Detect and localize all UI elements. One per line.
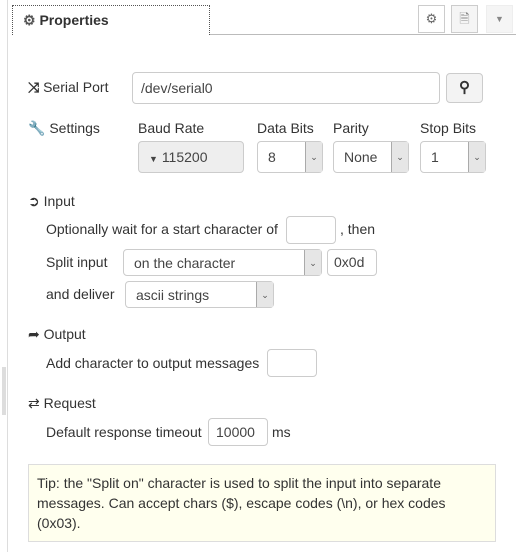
add-character-label: Add character to output messages (46, 355, 260, 371)
timeout-unit: ms (272, 424, 291, 440)
sign-in-icon: ➲ (28, 193, 40, 209)
caret-down-icon: ▼ (149, 154, 158, 164)
deliver-select[interactable]: ascii strings ⌄ (125, 281, 274, 308)
output-character-input[interactable] (267, 349, 317, 377)
menu-button[interactable]: ▼ (486, 5, 513, 33)
split-mode-select[interactable]: on the character ⌄ (123, 249, 322, 276)
stop-bits-select[interactable]: 1 ⌄ (420, 141, 486, 173)
split-character-input[interactable]: 0x0d (327, 249, 377, 276)
data-bits-label: Data Bits (257, 120, 314, 136)
chevron-down-icon: ⌄ (256, 282, 273, 307)
timeout-label: Default response timeout (46, 424, 202, 440)
chevron-down-icon: ⌄ (468, 142, 485, 172)
caret-down-icon: ▼ (495, 14, 504, 24)
settings-label: 🔧 Settings (28, 120, 100, 136)
parity-select[interactable]: None ⌄ (333, 141, 409, 173)
chevron-down-icon: ⌄ (305, 142, 322, 172)
serial-port-input[interactable]: /dev/serial0 (132, 72, 440, 104)
chevron-down-icon: ⌄ (391, 142, 408, 172)
start-character-input[interactable] (286, 216, 336, 244)
wrench-icon: 🔧 (28, 120, 46, 136)
tab-divider (210, 34, 516, 35)
baud-rate-combobox[interactable]: ▼ 115200 (138, 141, 244, 173)
description-button[interactable]: 🗎 (451, 5, 478, 33)
deliver-label: and deliver (46, 286, 115, 302)
parity-label: Parity (333, 120, 369, 136)
stop-bits-label: Stop Bits (420, 120, 477, 136)
exchange-icon: ⇄ (28, 395, 40, 411)
settings-button[interactable]: ⚙ (418, 5, 445, 33)
tab-properties[interactable]: ⚙ Properties (12, 5, 210, 35)
baud-rate-label: Baud Rate (138, 120, 205, 136)
serial-port-label: ⤨ Serial Port (28, 79, 109, 95)
shuffle-icon: ⤨ (28, 79, 40, 95)
input-section-label: ➲ Input (28, 193, 75, 209)
sign-out-icon: ➦ (28, 326, 40, 342)
search-icon: ⚲ (459, 79, 470, 96)
wait-start-label: Optionally wait for a start character of (46, 221, 278, 237)
request-section-label: ⇄ Request (28, 395, 96, 411)
chevron-down-icon: ⌄ (304, 250, 321, 275)
resize-handle[interactable] (2, 367, 6, 415)
search-port-button[interactable]: ⚲ (446, 73, 483, 103)
output-section-label: ➦ Output (28, 326, 86, 342)
split-input-label: Split input (46, 254, 108, 270)
tip-box: Tip: the "Split on" character is used to… (28, 464, 496, 542)
gear-icon: ⚙ (23, 12, 36, 28)
timeout-input[interactable]: 10000 (208, 418, 268, 446)
file-icon: 🗎 (459, 11, 470, 26)
then-label: , then (340, 221, 376, 237)
gear-icon: ⚙ (425, 11, 438, 26)
data-bits-select[interactable]: 8 ⌄ (257, 141, 323, 173)
